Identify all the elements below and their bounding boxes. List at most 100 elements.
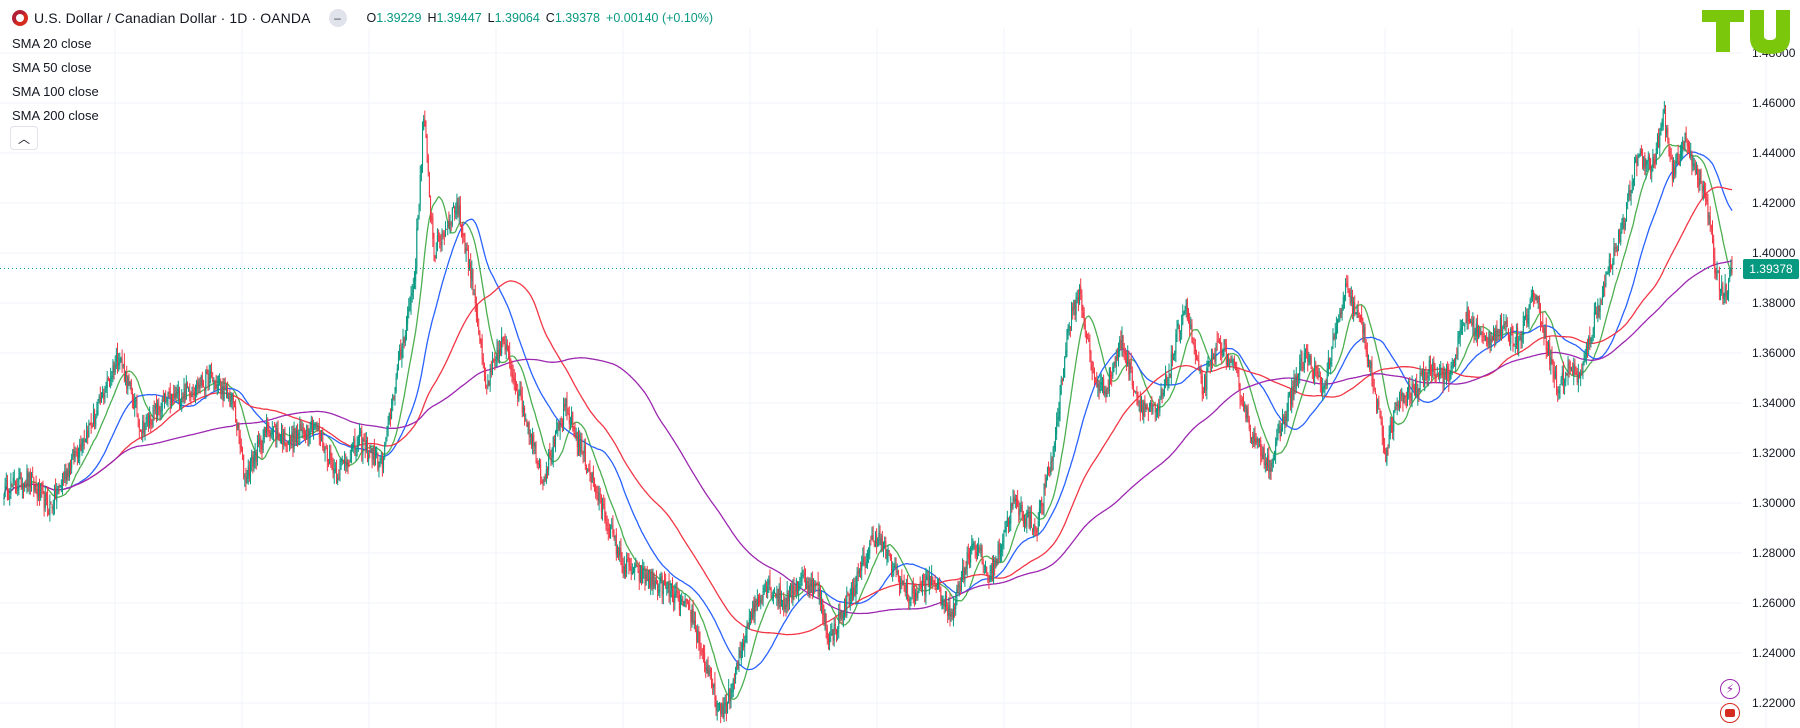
candle-body bbox=[569, 423, 571, 426]
candle-body bbox=[702, 648, 704, 654]
candle-body bbox=[893, 565, 895, 569]
candle-body bbox=[1648, 156, 1650, 161]
candle-body bbox=[1603, 281, 1605, 297]
candle-body bbox=[1617, 231, 1619, 251]
candle-body bbox=[326, 447, 328, 462]
candle-body bbox=[147, 417, 149, 424]
candle-body bbox=[1001, 545, 1003, 553]
candle-body bbox=[1572, 370, 1574, 375]
candle-body bbox=[1292, 386, 1294, 400]
candle-body bbox=[1082, 308, 1084, 312]
price-axis[interactable]: 1.480001.460001.440001.420001.400001.380… bbox=[1752, 46, 1796, 710]
candle-body bbox=[174, 393, 176, 399]
candle-body bbox=[1131, 370, 1133, 386]
candle-body bbox=[658, 589, 660, 594]
y-tick-label: 1.36000 bbox=[1752, 346, 1796, 360]
candle-body bbox=[819, 588, 821, 604]
candle-body bbox=[524, 407, 526, 417]
candle-body bbox=[472, 268, 474, 294]
candle-body bbox=[599, 493, 601, 495]
price-chart[interactable]: 1.480001.460001.440001.420001.400001.380… bbox=[0, 0, 1800, 728]
candle-body bbox=[262, 438, 264, 451]
candle-body bbox=[1300, 357, 1302, 362]
candle-body bbox=[697, 630, 699, 643]
candle-body bbox=[20, 473, 22, 489]
candle-body bbox=[1664, 107, 1666, 135]
candle-body bbox=[1053, 445, 1055, 449]
candle-body bbox=[1388, 434, 1390, 447]
symbol-title[interactable]: U.S. Dollar / Canadian Dollar · 1D · OAN… bbox=[34, 10, 311, 26]
candle-body bbox=[1543, 330, 1545, 340]
candle-body bbox=[785, 603, 787, 608]
candle-body bbox=[666, 586, 668, 589]
candle-body bbox=[1421, 369, 1423, 376]
candle-body bbox=[834, 623, 836, 630]
minus-icon[interactable]: – bbox=[328, 9, 347, 27]
candle-body bbox=[1251, 437, 1253, 440]
candle-body bbox=[1115, 356, 1117, 367]
candle-body bbox=[1157, 407, 1159, 412]
legend-sma-100[interactable]: SMA 100 close bbox=[12, 80, 99, 104]
candle-body bbox=[108, 381, 110, 383]
candle-body bbox=[927, 577, 929, 586]
candle-body bbox=[1463, 324, 1465, 326]
candle-body bbox=[1246, 407, 1248, 417]
canadian-flag-icon[interactable] bbox=[1720, 703, 1740, 723]
candle-body bbox=[675, 591, 677, 593]
legend-sma-200[interactable]: SMA 200 close bbox=[12, 104, 99, 128]
candle-body bbox=[1327, 358, 1329, 370]
candle-body bbox=[1684, 133, 1686, 151]
candle-body bbox=[1697, 168, 1699, 180]
candle-body bbox=[1090, 352, 1092, 362]
candle-body bbox=[1689, 146, 1691, 155]
candle-body bbox=[680, 599, 682, 609]
candle-body bbox=[173, 393, 175, 398]
candle-body bbox=[1495, 328, 1497, 342]
candle-body bbox=[1021, 505, 1023, 517]
candle-body bbox=[1081, 294, 1083, 311]
candle-body bbox=[3, 498, 5, 504]
candle-body bbox=[245, 475, 247, 482]
candle-body bbox=[1184, 309, 1186, 312]
candle-body bbox=[1165, 375, 1167, 382]
candle-body bbox=[457, 198, 459, 214]
candle-body bbox=[929, 576, 931, 583]
candle-body bbox=[1326, 368, 1328, 386]
candle-body bbox=[475, 303, 477, 316]
candle-body bbox=[772, 594, 774, 597]
candle-body bbox=[845, 599, 847, 614]
y-tick-label: 1.44000 bbox=[1752, 146, 1796, 160]
legend-sma-20[interactable]: SMA 20 close bbox=[12, 32, 99, 56]
legend-sma-50[interactable]: SMA 50 close bbox=[12, 56, 99, 80]
candle-body bbox=[573, 427, 575, 430]
candle-body bbox=[314, 426, 316, 428]
chevron-up-icon[interactable]: ︿ bbox=[10, 126, 38, 150]
candle-body bbox=[1213, 354, 1215, 360]
candle-body bbox=[67, 470, 69, 477]
candle-body bbox=[896, 571, 898, 573]
candle-body bbox=[362, 439, 364, 455]
candle-body bbox=[1651, 168, 1653, 173]
lightning-icon[interactable]: ⚡ bbox=[1720, 679, 1740, 699]
candle-body bbox=[1134, 390, 1136, 392]
candle-body bbox=[424, 120, 426, 127]
candle-body bbox=[145, 417, 147, 424]
candle-body bbox=[1395, 405, 1397, 407]
candle-body bbox=[1057, 417, 1059, 421]
candle-body bbox=[55, 487, 57, 500]
candle-body bbox=[1212, 356, 1214, 361]
candle-body bbox=[70, 465, 72, 470]
candle-body bbox=[931, 574, 933, 584]
candle-body bbox=[638, 570, 640, 581]
candle-body bbox=[1323, 385, 1325, 389]
candle-body bbox=[1084, 324, 1086, 329]
candle-body bbox=[1439, 371, 1441, 377]
candle-body bbox=[1355, 312, 1357, 315]
candle-body bbox=[667, 582, 669, 589]
candle-body bbox=[496, 347, 498, 359]
candle-body bbox=[1462, 324, 1464, 328]
candle-body bbox=[887, 547, 889, 556]
candle-body bbox=[231, 393, 233, 401]
candle-body bbox=[970, 548, 972, 563]
candle-body bbox=[1626, 202, 1628, 222]
